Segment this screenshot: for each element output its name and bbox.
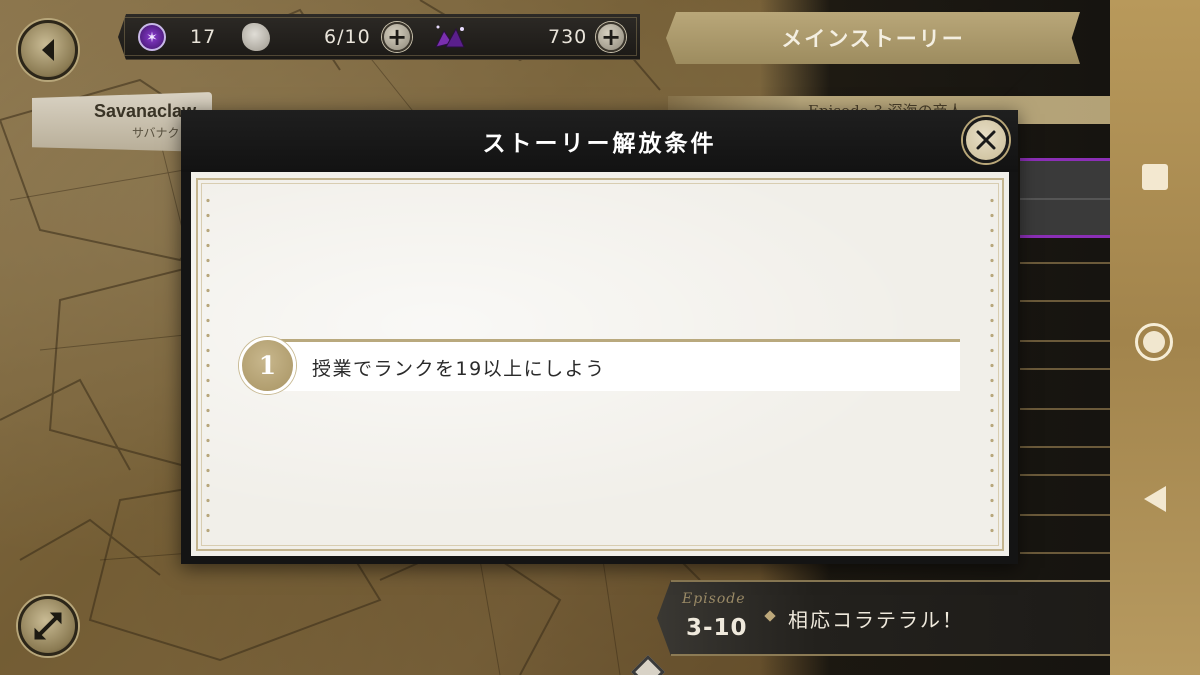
add-stamina-button[interactable]: + [382,22,412,52]
home-button[interactable] [1135,323,1175,363]
resource-bar: ✶ 17 6/10 + 730 + [118,14,640,60]
dotted-border-left [206,193,210,538]
back-button[interactable] [18,20,78,80]
add-madol-button[interactable]: + [596,22,626,52]
magic-gem-icon: ✶ [138,23,166,51]
expand-arrows-icon [34,612,62,640]
episode-title: 相応コラテラル！ [788,608,964,632]
circle-icon [1135,323,1173,361]
condition-text: 授業でランクを19以上にしよう [312,358,606,380]
chapter-divider [1020,446,1110,448]
gem-count: 17 [190,26,217,48]
dialog-header: ストーリー解放条件 [181,110,1018,172]
plus-icon: + [600,23,622,51]
condition-number-badge: 1 [239,337,296,394]
chapter-divider [1020,514,1110,516]
madol-crystal-icon [432,23,468,51]
stamina-count: 6/10 [324,26,371,48]
chapter-divider [1020,262,1110,264]
chapter-divider [1020,300,1110,302]
recent-apps-button[interactable] [1140,162,1170,192]
main-story-banner: メインストーリー [666,12,1080,64]
chapter-divider [1020,408,1110,410]
dotted-border-right [990,193,994,538]
square-icon [1142,164,1168,190]
chapter-divider [1020,474,1110,476]
clover-stamina-icon [242,23,270,51]
expand-map-button[interactable] [18,596,78,656]
triangle-back-icon [1144,486,1166,512]
chapter-divider [1020,368,1110,370]
dialog-title: ストーリー解放条件 [482,131,717,157]
episode-number: 3-10 [686,615,748,641]
close-button[interactable] [963,117,1009,163]
close-icon [976,130,996,150]
episode-label: Episode [682,591,746,607]
system-back-button[interactable] [1140,484,1170,514]
selected-chapter-item[interactable] [1020,158,1110,238]
madol-count: 730 [548,26,588,48]
plus-icon: + [386,23,408,51]
chapter-divider [1020,552,1110,554]
chapter-divider [1020,340,1110,342]
chevron-left-icon [42,39,54,61]
main-story-label: メインストーリー [781,27,965,51]
svg-text:✶: ✶ [146,30,158,46]
